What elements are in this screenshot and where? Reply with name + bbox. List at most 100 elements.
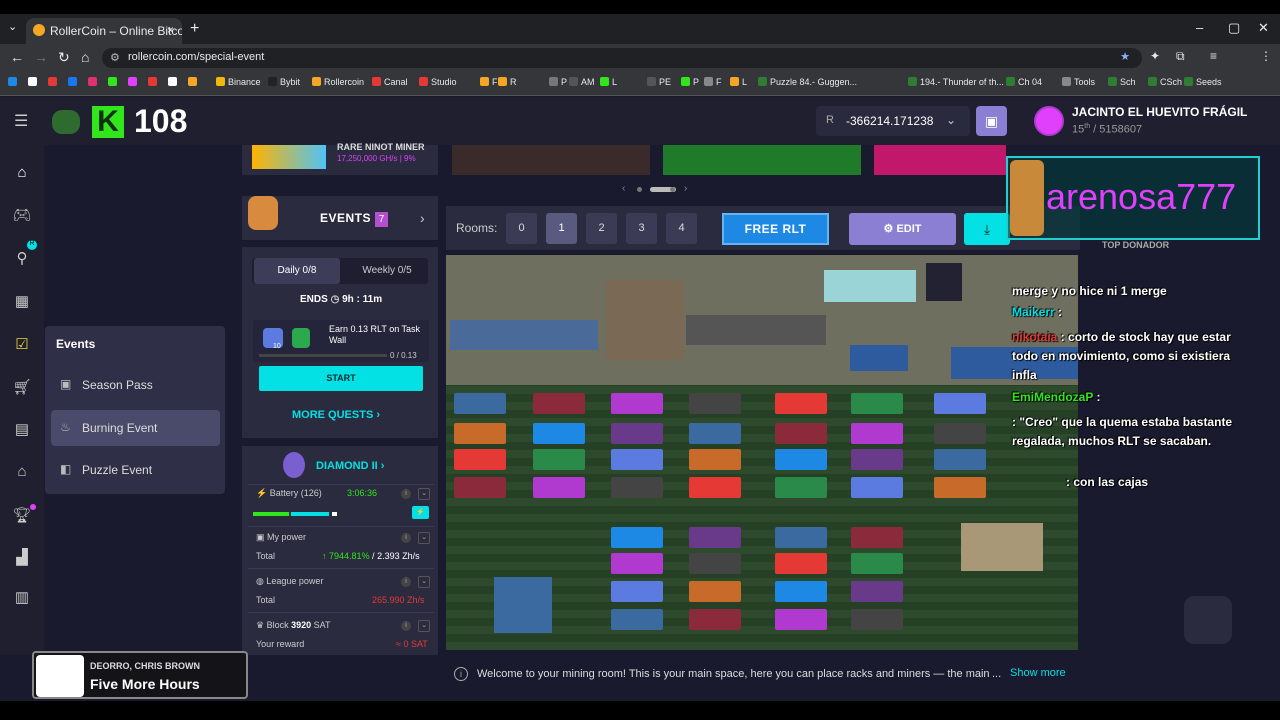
miner-slot[interactable] — [689, 423, 741, 444]
bookmark-item[interactable]: L — [600, 77, 617, 87]
address-bar[interactable]: ⚙ rollercoin.com/special-event ★ — [102, 48, 1142, 68]
bookmark-item[interactable]: CSch — [1148, 77, 1182, 87]
miner-slot[interactable] — [775, 553, 827, 574]
hamster-pet-icon[interactable] — [1184, 596, 1232, 644]
bookmark-star-icon[interactable]: ★ — [1120, 50, 1130, 63]
pc-desk[interactable] — [686, 315, 826, 345]
miner-slot[interactable] — [689, 527, 741, 548]
table[interactable] — [961, 523, 1043, 571]
home-icon[interactable]: ⌂ — [12, 164, 32, 182]
browser-tab[interactable]: RollerCoin – Online Bitcoin Mini× — [26, 18, 182, 44]
mining-room[interactable] — [446, 255, 1078, 650]
user-avatar[interactable] — [1034, 106, 1064, 136]
carousel-prev-icon[interactable]: ‹ — [622, 183, 625, 194]
chair-rug[interactable] — [494, 577, 552, 633]
bookmark-item[interactable]: R — [498, 77, 517, 87]
bookmark-item[interactable]: Canal — [372, 77, 408, 87]
news-icon[interactable]: ▥ — [12, 588, 32, 606]
info-icon[interactable]: i — [401, 621, 411, 631]
show-more-link[interactable]: Show more — [1010, 667, 1066, 679]
tab-weekly[interactable]: Weekly 0/5 — [344, 258, 430, 284]
miner-slot[interactable] — [454, 477, 506, 498]
balance-selector[interactable]: R -366214.171238 ⌄ — [816, 106, 970, 136]
miner-slot[interactable] — [851, 553, 903, 574]
miner-slot[interactable] — [851, 581, 903, 602]
marketplace-icon[interactable]: 🛒︎ — [12, 378, 32, 396]
home-icon[interactable]: ⌂ — [81, 49, 89, 65]
close-window-icon[interactable]: ✕ — [1258, 20, 1269, 36]
promo-banner-2[interactable] — [663, 145, 861, 175]
miner-slot[interactable] — [689, 553, 741, 574]
bookmark-item[interactable]: P — [681, 77, 699, 87]
miner-slot[interactable] — [851, 477, 903, 498]
miner-slot[interactable] — [689, 609, 741, 630]
bookmark-item[interactable]: L — [730, 77, 747, 87]
chevron-right-icon[interactable]: › — [420, 210, 425, 226]
close-tab-icon[interactable]: × — [167, 23, 174, 37]
miner-slot[interactable] — [851, 527, 903, 548]
minimize-icon[interactable]: – — [1196, 20, 1203, 35]
miner-slot[interactable] — [851, 393, 903, 414]
miner-slot[interactable] — [689, 477, 741, 498]
events-icon[interactable]: ☑ — [12, 335, 32, 353]
menu-icon[interactable]: ☰ — [14, 111, 28, 131]
miner-slot[interactable] — [689, 449, 741, 470]
miner-slot[interactable] — [851, 609, 903, 630]
room-button-0[interactable]: 0 — [506, 213, 537, 244]
browser-menu-icon[interactable]: ⋮ — [1260, 49, 1272, 63]
media-icon[interactable]: ≡ — [1210, 49, 1217, 63]
bookmark-icon[interactable] — [68, 77, 80, 87]
trophy-icon[interactable]: 🏆︎ — [12, 506, 32, 524]
miner-slot[interactable] — [689, 393, 741, 414]
extension-icon[interactable]: ✦ — [1150, 49, 1160, 63]
miner-slot[interactable] — [775, 527, 827, 548]
more-quests-link[interactable]: MORE QUESTS › — [292, 409, 380, 421]
miner-slot[interactable] — [775, 393, 827, 414]
new-tab-icon[interactable]: + — [190, 20, 199, 38]
bookmark-item[interactable]: AM — [569, 77, 595, 87]
tab-daily[interactable]: Daily 0/8 — [254, 258, 340, 284]
miner-slot[interactable] — [533, 393, 585, 414]
miner-slot[interactable] — [533, 477, 585, 498]
info-icon[interactable]: i — [401, 533, 411, 543]
info-icon[interactable]: i — [401, 577, 411, 587]
store-icon[interactable]: ⌂ — [12, 463, 32, 481]
promo-banner-3[interactable] — [874, 145, 1006, 175]
miner-slot[interactable] — [533, 449, 585, 470]
bookmark-item[interactable]: Binance — [216, 77, 261, 87]
miner-slot[interactable] — [454, 449, 506, 470]
miner-slot[interactable] — [934, 477, 986, 498]
bookmark-item[interactable]: Ch 04 — [1006, 77, 1042, 87]
miner-slot[interactable] — [611, 449, 663, 470]
chevron-down-icon[interactable]: ⌄ — [418, 532, 430, 544]
info-icon[interactable]: i — [401, 489, 411, 499]
bookmark-item[interactable]: Bybit — [268, 77, 300, 87]
promo-banner-1[interactable] — [452, 145, 650, 175]
menu-item-season-pass[interactable]: ▣ Season Pass — [51, 367, 220, 403]
carousel-next-icon[interactable]: › — [684, 183, 687, 194]
menu-item-burning-event[interactable]: ♨ Burning Event — [51, 410, 220, 446]
bookmark-item[interactable]: F — [480, 77, 498, 87]
bookmark-item[interactable]: PE — [647, 77, 671, 87]
desk-left[interactable] — [450, 320, 598, 350]
league-link[interactable]: DIAMOND II › — [316, 460, 384, 472]
miner-slot[interactable] — [611, 527, 663, 548]
miner-slot[interactable] — [934, 423, 986, 444]
bookmark-item[interactable]: Sch — [1108, 77, 1136, 87]
miner-slot[interactable] — [611, 553, 663, 574]
room-button-2[interactable]: 2 — [586, 213, 617, 244]
storage-icon[interactable]: ▤ — [12, 420, 32, 438]
miner-slot[interactable] — [775, 449, 827, 470]
miner-slot[interactable] — [611, 477, 663, 498]
miner-slot[interactable] — [851, 423, 903, 444]
forward-icon[interactable]: → — [34, 49, 48, 65]
miner-slot[interactable] — [775, 423, 827, 444]
miner-slot[interactable] — [934, 393, 986, 414]
bookmark-icon[interactable] — [48, 77, 60, 87]
bookmark-item[interactable]: Puzzle 84.- Guggen... — [758, 77, 857, 87]
rug[interactable] — [850, 345, 908, 371]
miner-slot[interactable] — [775, 581, 827, 602]
start-button[interactable]: START — [259, 366, 423, 391]
tab-search-icon[interactable]: ⌄ — [8, 20, 17, 33]
chevron-down-icon[interactable]: ⌄ — [418, 576, 430, 588]
